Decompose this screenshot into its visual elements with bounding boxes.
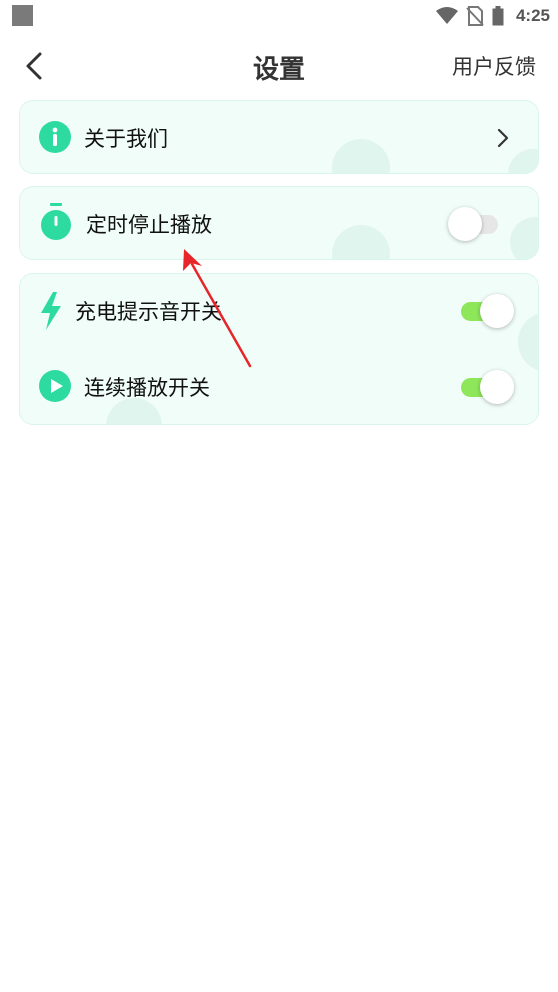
timer-toggle[interactable] [448, 204, 500, 244]
continuous-play-label: 连续播放开关 [84, 376, 210, 400]
play-icon [39, 370, 71, 402]
timer-row: 定时停止播放 [20, 187, 538, 259]
charge-sound-row: 充电提示音开关 [20, 274, 538, 346]
continuous-play-row: 连续播放开关 [20, 350, 538, 422]
battery-icon [492, 6, 504, 26]
clock: 4:25 [515, 6, 550, 25]
about-label: 关于我们 [84, 127, 168, 151]
app-header: 设置 用户反馈 [0, 36, 558, 96]
continuous-play-toggle[interactable] [461, 367, 514, 407]
chevron-right-icon [497, 128, 509, 148]
lightning-icon [41, 292, 61, 330]
wifi-icon [435, 7, 458, 24]
about-card[interactable]: 关于我们 [19, 100, 539, 174]
no-sim-icon [466, 6, 484, 26]
stopwatch-icon [41, 203, 71, 240]
info-icon [39, 121, 71, 153]
charge-sound-label: 充电提示音开关 [75, 300, 222, 324]
switches-card: 充电提示音开关 连续播放开关 [19, 273, 539, 425]
timer-card: 定时停止播放 [19, 186, 539, 260]
timer-label: 定时停止播放 [86, 213, 212, 237]
user-feedback-button[interactable]: 用户反馈 [452, 51, 536, 81]
status-bar: 4:25 [0, 0, 558, 32]
toggle-knob [480, 370, 514, 404]
status-icons: 4:25 [435, 4, 550, 28]
charge-sound-toggle[interactable] [461, 291, 514, 331]
toggle-knob [480, 294, 514, 328]
notification-icon [12, 5, 33, 26]
toggle-knob [448, 207, 482, 241]
about-row[interactable]: 关于我们 [20, 101, 538, 173]
